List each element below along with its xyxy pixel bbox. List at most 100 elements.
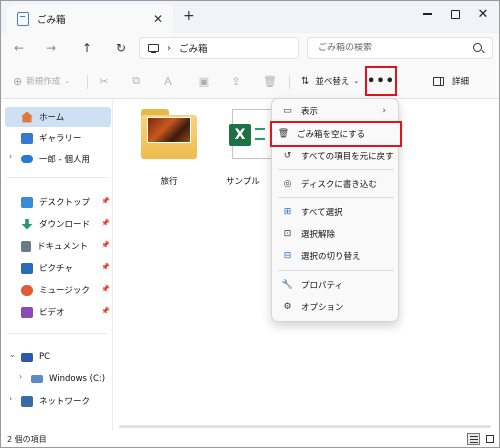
divider	[278, 197, 394, 198]
gallery-icon	[21, 132, 33, 144]
menu-item-label: 表示	[301, 107, 319, 117]
sidebar-item-label: ネットワーク	[39, 397, 91, 407]
menu-item-label: プロパティ	[301, 281, 343, 291]
sidebar-item-music[interactable]: ミュージック 📌	[5, 280, 111, 300]
sort-label: 並べ替え	[315, 77, 350, 87]
breadcrumb-separator: ›	[167, 42, 171, 54]
sidebar-item-label: Windows (C:)	[49, 374, 106, 384]
restore-icon: ↺	[283, 151, 292, 161]
menu-item-options[interactable]: ⚙ オプション	[276, 297, 394, 317]
network-icon	[21, 395, 33, 407]
details-pane-icon	[433, 76, 444, 86]
cut-icon[interactable]: ✂	[97, 74, 111, 88]
trash-icon: 🗑	[277, 129, 290, 139]
minimize-button[interactable]	[413, 4, 441, 24]
tab-close-icon[interactable]: ✕	[153, 12, 163, 26]
pin-icon[interactable]: 📌	[101, 307, 110, 315]
menu-item-invert-selection[interactable]: ⊟ 選択の切り替え	[276, 246, 394, 266]
sidebar-item-gallery[interactable]: ギャラリー	[5, 128, 111, 148]
sidebar-item-home[interactable]: ホーム	[5, 107, 111, 127]
tiles-view-icon	[485, 435, 494, 443]
menu-item-view[interactable]: ▭ 表示 ›	[276, 101, 394, 121]
menu-item-label: ごみ箱を空にする	[297, 130, 366, 140]
search-input[interactable]	[318, 43, 468, 53]
share-icon[interactable]: ⇪	[229, 74, 243, 88]
sidebar-item-desktop[interactable]: デスクトップ 📌	[5, 192, 111, 212]
pin-icon[interactable]: 📌	[101, 285, 110, 293]
tab-recycle-bin[interactable]: ごみ箱 ✕	[7, 5, 173, 33]
sidebar-item-label: デスクトップ	[39, 198, 91, 208]
breadcrumb[interactable]: ごみ箱	[179, 41, 208, 55]
sidebar-item-documents[interactable]: ドキュメント 📌	[5, 236, 111, 256]
disc-icon: ◎	[283, 179, 292, 189]
minimize-icon	[422, 13, 432, 15]
search-box[interactable]	[307, 37, 493, 59]
chevron-right-icon: ›	[382, 106, 386, 116]
navigation-pane: ホーム ギャラリー › 一郎 - 個人用 デスクトップ 📌 ダウンロード 📌 ド…	[1, 99, 113, 431]
tiles-view-button[interactable]	[483, 433, 496, 445]
menu-item-empty-recycle-bin[interactable]: 🗑 ごみ箱を空にする	[270, 121, 402, 147]
pin-icon[interactable]: 📌	[101, 197, 110, 205]
menu-item-label: すべて選択	[301, 208, 343, 218]
new-tab-button[interactable]: +	[183, 8, 195, 24]
menu-item-properties[interactable]: 🔧 プロパティ	[276, 275, 394, 295]
menu-item-burn-to-disc[interactable]: ◎ ディスクに書き込む	[276, 174, 394, 194]
more-options-button[interactable]: •••	[365, 66, 397, 96]
more-options-menu: ▭ 表示 › 🗑 ごみ箱を空にする ↺ すべての項目を元に戻す ◎ ディスクに書…	[270, 98, 402, 322]
address-field[interactable]: › ごみ箱	[139, 37, 299, 59]
pin-icon[interactable]: 📌	[101, 241, 110, 249]
up-button[interactable]: ↑	[77, 39, 97, 57]
file-item-excel[interactable]: X サンプル	[218, 109, 278, 187]
sidebar-item-label: ダウンロード	[39, 220, 91, 230]
collapse-icon[interactable]: ⌄	[9, 350, 16, 359]
expand-icon[interactable]: ›	[9, 152, 12, 161]
delete-icon[interactable]: 🗑	[263, 74, 277, 88]
file-item-folder[interactable]: 旅行	[134, 109, 204, 187]
sidebar-item-windows-drive[interactable]: › Windows (C:)	[15, 369, 111, 389]
new-button[interactable]: ⊕ 新規作成 ⌄	[13, 73, 70, 89]
horizontal-scrollbar[interactable]	[119, 425, 491, 428]
new-label: 新規作成	[26, 77, 61, 87]
expand-icon[interactable]: ›	[9, 394, 12, 403]
divider	[278, 270, 394, 271]
plus-icon: ⊕	[13, 74, 23, 88]
close-window-button[interactable]: ✕	[469, 4, 497, 24]
sidebar-item-onedrive[interactable]: › 一郎 - 個人用	[5, 149, 111, 169]
sidebar-item-label: 一郎 - 個人用	[39, 155, 90, 165]
pin-icon[interactable]: 📌	[101, 263, 110, 271]
gear-icon: ⚙	[283, 302, 292, 312]
forward-button[interactable]: →	[41, 39, 61, 57]
rename-icon[interactable]: Ａ	[161, 74, 175, 88]
item-count: 2 個の項目	[7, 434, 47, 444]
pin-icon[interactable]: 📌	[101, 219, 110, 227]
view-icon: ▭	[283, 106, 292, 116]
title-bar: ごみ箱 ✕ + ✕	[1, 1, 499, 33]
sidebar-item-videos[interactable]: ビデオ 📌	[5, 302, 111, 322]
menu-item-restore-all[interactable]: ↺ すべての項目を元に戻す	[276, 146, 394, 166]
menu-item-select-none[interactable]: ⊡ 選択解除	[276, 224, 394, 244]
menu-item-label: オプション	[301, 303, 344, 313]
menu-item-label: ディスクに書き込む	[301, 180, 377, 190]
expand-icon[interactable]: ›	[19, 372, 22, 381]
divider	[87, 75, 88, 89]
sidebar-item-pc[interactable]: ⌄ PC	[5, 347, 111, 367]
divider	[7, 333, 107, 334]
address-bar-row: ← → ↑ ↻ › ごみ箱	[1, 33, 499, 63]
sort-icon: ⇅	[301, 75, 310, 87]
sidebar-item-downloads[interactable]: ダウンロード 📌	[5, 214, 111, 234]
maximize-button[interactable]	[441, 4, 469, 24]
refresh-button[interactable]: ↻	[111, 39, 131, 57]
back-button[interactable]: ←	[9, 39, 29, 57]
copy-icon[interactable]: ⧉	[129, 74, 143, 88]
paste-icon[interactable]: ▣	[197, 74, 211, 88]
home-icon	[21, 111, 33, 123]
details-button[interactable]: 詳細	[433, 73, 469, 89]
tab-title: ごみ箱	[37, 15, 66, 26]
sidebar-item-pictures[interactable]: ピクチャ 📌	[5, 258, 111, 278]
download-icon	[21, 218, 33, 230]
menu-item-select-all[interactable]: ⊞ すべて選択	[276, 202, 394, 222]
details-view-button[interactable]	[467, 433, 480, 445]
sidebar-item-network[interactable]: › ネットワーク	[5, 391, 111, 411]
sort-button[interactable]: ⇅ 並べ替え ⌄	[301, 73, 359, 89]
divider	[7, 177, 107, 178]
